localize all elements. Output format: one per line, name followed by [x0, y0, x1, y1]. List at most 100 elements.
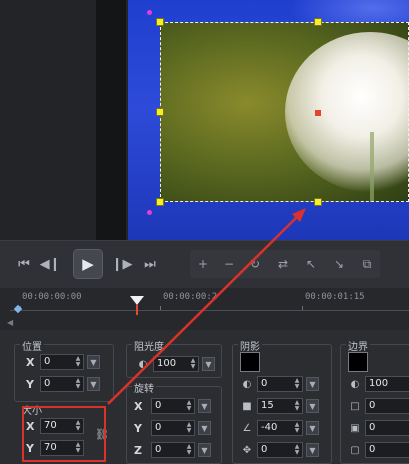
rotation-y-value: 0: [155, 422, 162, 433]
spinner-icon[interactable]: ▲ ▼: [74, 356, 82, 368]
dropdown-icon[interactable]: ▼: [198, 399, 211, 413]
shadow-opacity-field[interactable]: 0 ▲ ▼: [257, 376, 303, 392]
square-filled-icon: ▣: [350, 422, 360, 434]
rotation-handle-top[interactable]: [147, 10, 152, 15]
rotation-handle-bottom[interactable]: [147, 210, 152, 215]
opacity-row: ◐ 100 ▲ ▼ ▼: [136, 356, 215, 372]
rotation-y-field[interactable]: 0 ▲ ▼: [151, 420, 195, 436]
next-keyframe-icon[interactable]: ↘: [330, 255, 348, 273]
dropdown-icon[interactable]: ▼: [306, 377, 319, 391]
shadow-value-2: -40: [261, 422, 278, 433]
shadow-color-swatch[interactable]: [240, 352, 260, 372]
spinner-icon[interactable]: ▲ ▼: [74, 378, 82, 390]
dropdown-icon[interactable]: ▼: [87, 377, 100, 391]
keyframe-timeline[interactable]: 00:00:00:00 00:00:00:2 00:00:01:15 ◀: [0, 288, 409, 330]
rotation-z-row: Z 0 ▲ ▼ ▼: [134, 442, 211, 458]
shadow-distance-field[interactable]: 0 ▲ ▼: [257, 442, 303, 458]
swap-icon[interactable]: ⇄: [274, 255, 292, 273]
shadow-value-0: 0: [261, 378, 268, 389]
dropdown-icon[interactable]: ▼: [306, 421, 319, 435]
blur-icon: ■: [242, 400, 252, 412]
border-corner-field[interactable]: 0: [365, 442, 409, 458]
resize-handle-bottom[interactable]: [314, 198, 322, 206]
spinner-icon[interactable]: ▲ ▼: [293, 400, 301, 412]
rotation-x-row: X 0 ▲ ▼ ▼: [134, 398, 211, 414]
spinner-icon[interactable]: ▲ ▼: [293, 422, 301, 434]
border-width-field[interactable]: 0: [365, 398, 409, 414]
dropdown-icon[interactable]: ▼: [306, 443, 319, 457]
border-value-2: 0: [369, 422, 376, 433]
dropdown-icon[interactable]: ▼: [198, 421, 211, 435]
position-title: 位置: [20, 338, 44, 353]
dropdown-icon[interactable]: ▼: [306, 399, 319, 413]
rotation-z-label: Z: [134, 443, 142, 457]
shadow-blur-row: ■ 15 ▲ ▼ ▼: [240, 398, 319, 414]
position-y-label: Y: [26, 377, 34, 391]
rotation-x-value: 0: [155, 400, 162, 411]
center-point[interactable]: [315, 110, 321, 116]
reverse-icon[interactable]: ↻: [246, 255, 264, 273]
resize-handle-left[interactable]: [156, 108, 164, 116]
border-color-swatch[interactable]: [348, 352, 368, 372]
opacity-value: 100: [157, 358, 177, 369]
play-button[interactable]: ▶: [73, 249, 103, 279]
ruler-tick: [302, 306, 303, 310]
border-blur-row: ▣ 0: [348, 420, 409, 436]
add-keyframe-icon[interactable]: +: [194, 255, 212, 273]
shadow-value-1: 15: [261, 400, 274, 411]
border-blur-field[interactable]: 0: [365, 420, 409, 436]
position-y-field[interactable]: 0 ▲ ▼: [40, 376, 84, 392]
selection-box[interactable]: [160, 22, 409, 202]
shadow-blur-field[interactable]: 15 ▲ ▼: [257, 398, 303, 414]
border-value-0: 100: [369, 378, 389, 389]
angle-icon: ∠: [242, 422, 252, 434]
border-value-3: 0: [369, 444, 376, 455]
transport-bar: ⏮ ◀❙ ▶ ❙▶ ⏭ + − ↻ ⇄ ↖ ↘ ⧉: [0, 240, 409, 288]
shadow-title: 阴影: [238, 338, 262, 353]
dropdown-icon[interactable]: ▼: [87, 355, 100, 369]
position-x-label: X: [26, 355, 35, 369]
dropdown-icon[interactable]: ▼: [202, 357, 215, 371]
opacity-title: 阻光度: [132, 338, 166, 353]
rotation-z-field[interactable]: 0 ▲ ▼: [151, 442, 195, 458]
opacity-field[interactable]: 100 ▲ ▼: [153, 356, 199, 372]
highlight-box: [22, 406, 106, 462]
skip-to-start-icon[interactable]: ⏮: [14, 253, 34, 275]
rotation-z-value: 0: [155, 444, 162, 455]
border-opacity-field[interactable]: 100: [365, 376, 409, 392]
shadow-value-3: 0: [261, 444, 268, 455]
position-y-value: 0: [44, 378, 51, 389]
spinner-icon[interactable]: ▲ ▼: [189, 358, 197, 370]
playhead[interactable]: [130, 296, 144, 305]
rotation-x-field[interactable]: 0 ▲ ▼: [151, 398, 195, 414]
position-x-field[interactable]: 0 ▲ ▼: [40, 354, 84, 370]
previous-keyframe-icon[interactable]: ↖: [302, 255, 320, 273]
resize-handle-top[interactable]: [314, 18, 322, 26]
shadow-angle-row: ∠ -40 ▲ ▼ ▼: [240, 420, 319, 436]
border-value-1: 0: [369, 400, 376, 411]
next-frame-icon[interactable]: ❙▶: [112, 253, 133, 275]
timecode-start: 00:00:00:00: [22, 292, 82, 302]
resize-handle-top-left[interactable]: [156, 18, 164, 26]
timecode-end: 00:00:01:15: [305, 292, 365, 302]
preview-letterbox: [96, 0, 126, 240]
shadow-angle-field[interactable]: -40 ▲ ▼: [257, 420, 303, 436]
border-corner-row: ▢ 0: [348, 442, 409, 458]
spinner-icon[interactable]: ▲ ▼: [185, 444, 193, 456]
opacity-icon: ◐: [242, 378, 252, 390]
play-icon: ▶: [82, 255, 94, 273]
prev-frame-icon[interactable]: ◀❙: [40, 253, 61, 275]
duplicate-icon[interactable]: ⧉: [358, 255, 376, 273]
spinner-icon[interactable]: ▲ ▼: [293, 378, 301, 390]
square-outline-icon: □: [350, 400, 360, 412]
resize-handle-bottom-left[interactable]: [156, 198, 164, 206]
timecode-mid: 00:00:00:2: [163, 292, 218, 302]
dropdown-icon[interactable]: ▼: [198, 443, 211, 457]
remove-keyframe-icon[interactable]: −: [220, 255, 238, 273]
scroll-left-icon[interactable]: ◀: [7, 318, 13, 327]
spinner-icon[interactable]: ▲ ▼: [185, 400, 193, 412]
skip-to-end-icon[interactable]: ⏭: [140, 253, 160, 275]
spinner-icon[interactable]: ▲ ▼: [293, 444, 301, 456]
spinner-icon[interactable]: ▲ ▼: [185, 422, 193, 434]
position-x-value: 0: [44, 356, 51, 367]
